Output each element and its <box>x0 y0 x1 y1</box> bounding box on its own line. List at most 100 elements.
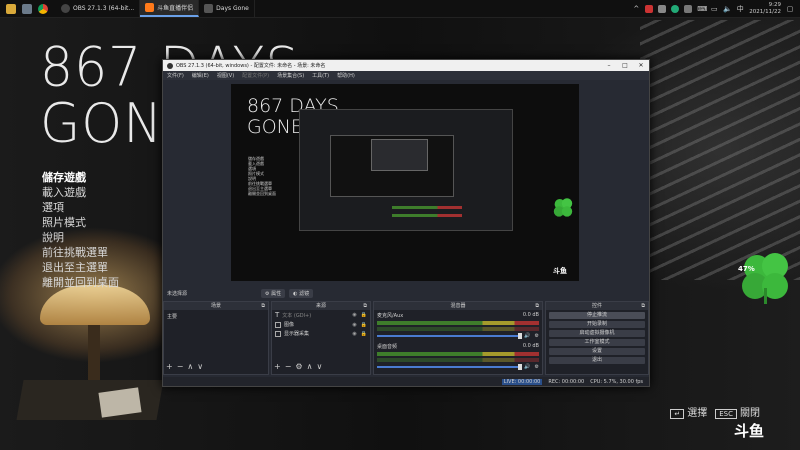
speaker-icon[interactable]: 🔊 <box>524 364 530 370</box>
menu-tools[interactable]: 工具(T) <box>312 72 329 79</box>
move-down-icon[interactable]: ∨ <box>316 362 322 371</box>
menu-scene-collection[interactable]: 场景集合(S) <box>277 72 304 79</box>
close-icon[interactable]: ✕ <box>633 62 649 69</box>
speaker-icon[interactable]: 🔊 <box>524 333 530 339</box>
image-icon <box>275 321 281 328</box>
slider-knob[interactable] <box>518 364 523 370</box>
source-item[interactable]: T 文本 (GDI+) ◉ 🔒 <box>272 310 370 320</box>
eye-icon[interactable]: ◉ <box>352 331 356 337</box>
menu-item-options[interactable]: 選項 <box>42 200 119 215</box>
move-down-icon[interactable]: ∨ <box>197 362 203 371</box>
button-hints: ↵ 選擇 ESC 關閉 <box>670 404 760 419</box>
keyboard-icon[interactable]: ⌨ <box>697 5 707 13</box>
source-item[interactable]: 图像 ◉ 🔒 <box>272 320 370 329</box>
taskbar-app-label: Days Gone <box>216 5 249 12</box>
menu-help[interactable]: 帮助(H) <box>337 72 355 79</box>
menu-item-photo-mode[interactable]: 照片模式 <box>42 215 119 230</box>
maximize-icon[interactable]: □ <box>617 62 633 69</box>
studio-mode-button[interactable]: 工作室模式 <box>549 339 645 346</box>
taskbar-app-douyu[interactable]: 斗鱼直播伴侣 <box>140 0 200 17</box>
obs-menubar: 文件(F) 编辑(E) 视图(V) 配置文件(P) 场景集合(S) 工具(T) … <box>163 71 649 80</box>
volume-meter <box>377 352 539 356</box>
dock-close-icon[interactable]: ⧉ <box>363 302 367 310</box>
dock-close-icon[interactable]: ⧉ <box>641 302 645 310</box>
gear-icon[interactable]: ⚙ <box>295 362 302 371</box>
menu-view[interactable]: 视图(V) <box>217 72 234 79</box>
volume-slider[interactable] <box>377 364 523 370</box>
tray-app-icon[interactable] <box>684 4 693 13</box>
sources-footer: + − ⚙ ∧ ∨ <box>274 362 322 371</box>
start-recording-button[interactable]: 开始录制 <box>549 321 645 328</box>
menu-item-main-menu[interactable]: 退出至主選單 <box>42 260 119 275</box>
hint-close[interactable]: ESC 關閉 <box>715 404 760 419</box>
lock-icon[interactable]: 🔒 <box>361 331 367 337</box>
scene-item[interactable]: 主要 <box>164 312 268 321</box>
source-item[interactable]: 显示器采集 ◉ 🔒 <box>272 329 370 338</box>
menu-item-quit-desktop[interactable]: 離開並回到桌面 <box>42 275 119 290</box>
system-tray: ^ ⌨ ▭ 🔈 中 9:29 2021/11/22 ▢ <box>632 0 794 17</box>
taskbar-app-label: 斗鱼直播伴侣 <box>157 5 194 12</box>
obs-titlebar[interactable]: OBS 27.1.3 (64-bit, windows) - 配置文件: 未命名… <box>163 60 649 71</box>
tray-app-icon[interactable] <box>658 4 667 13</box>
lock-icon[interactable]: 🔒 <box>361 312 367 318</box>
add-icon[interactable]: + <box>166 362 173 371</box>
gear-icon[interactable]: ⚙ <box>535 364 539 370</box>
menu-edit[interactable]: 编辑(E) <box>192 72 209 79</box>
filters-button[interactable]: ◐ 滤镜 <box>289 289 314 298</box>
clover-widget-icon <box>742 253 788 304</box>
volume-slider[interactable] <box>377 333 523 339</box>
exit-button[interactable]: 退出 <box>549 357 645 364</box>
chrome-icon[interactable] <box>38 3 48 14</box>
dock-close-icon[interactable]: ⧉ <box>261 302 265 310</box>
taskbar-app-label: OBS 27.1.3 (64-bit... <box>73 5 135 12</box>
properties-button[interactable]: ⚙ 属性 <box>261 289 286 298</box>
slider-knob[interactable] <box>518 333 523 339</box>
volume-icon[interactable]: 🔈 <box>723 5 732 13</box>
obs-source-toolbar: 未选择源 ⚙ 属性 ◐ 滤镜 <box>163 288 653 299</box>
stop-streaming-button[interactable]: 停止推流 <box>549 312 645 319</box>
menu-profile[interactable]: 配置文件(P) <box>242 72 269 79</box>
live-status: LIVE: 00:00:00 <box>501 378 543 385</box>
obs-window: OBS 27.1.3 (64-bit, windows) - 配置文件: 未命名… <box>162 59 650 387</box>
hint-select[interactable]: ↵ 選擇 <box>670 404 707 419</box>
douyu-logo: 斗鱼 <box>733 422 764 440</box>
gear-icon[interactable]: ⚙ <box>535 333 539 339</box>
chevron-up-icon[interactable]: ^ <box>632 5 640 13</box>
obs-title: OBS 27.1.3 (64-bit, windows) - 配置文件: 未命名… <box>176 63 326 69</box>
obs-app-icon <box>167 62 173 69</box>
desktop-icon[interactable] <box>22 3 32 14</box>
volume-meter <box>377 327 539 331</box>
nested-obs-preview-3 <box>371 139 428 171</box>
eye-icon[interactable]: ◉ <box>352 322 356 328</box>
virtual-camera-button[interactable]: 启动虚拟摄像机 <box>549 330 645 337</box>
settings-button[interactable]: 设置 <box>549 348 645 355</box>
taskbar-app-daysgone[interactable]: Days Gone <box>199 0 255 17</box>
obs-preview[interactable]: 867 DAYS GONE 儲存遊戲 載入遊戲 選項 照片模式 說明 前往挑戰選單 退出至主選… <box>231 84 579 281</box>
move-up-icon[interactable]: ∧ <box>187 362 193 371</box>
remove-icon[interactable]: − <box>285 362 292 371</box>
remove-icon[interactable]: − <box>177 362 184 371</box>
network-icon[interactable]: ▭ <box>710 5 718 13</box>
eye-icon[interactable]: ◉ <box>352 312 356 318</box>
minimize-icon[interactable]: – <box>601 62 617 69</box>
menu-item-help[interactable]: 說明 <box>42 230 119 245</box>
taskbar-app-obs[interactable]: OBS 27.1.3 (64-bit... <box>56 0 141 17</box>
menu-item-challenges[interactable]: 前往挑戰選單 <box>42 245 119 260</box>
folder-icon[interactable] <box>6 3 16 14</box>
move-up-icon[interactable]: ∧ <box>307 362 313 371</box>
tray-app-icon[interactable] <box>671 4 680 13</box>
lock-icon[interactable]: 🔒 <box>361 322 367 328</box>
add-icon[interactable]: + <box>274 362 281 371</box>
desk <box>16 380 164 420</box>
menu-item-load[interactable]: 載入遊戲 <box>42 185 119 200</box>
preview-game-menu: 儲存遊戲 載入遊戲 選項 照片模式 說明 前往挑戰選單 退出至主選單 離開並回到桌面 <box>248 156 276 196</box>
sources-dock: 来源 ⧉ T 文本 (GDI+) ◉ 🔒 图像 ◉ 🔒 显示器采集 ◉ 🔒 + − ⚙ ∧ ∨ <box>271 301 371 375</box>
notification-icon[interactable]: ▢ <box>786 5 794 13</box>
menu-item-save[interactable]: 儲存遊戲 <box>42 170 119 185</box>
scenes-header: 场景 ⧉ <box>164 302 268 310</box>
menu-file[interactable]: 文件(F) <box>167 72 184 79</box>
clock[interactable]: 9:29 2021/11/22 <box>749 2 781 16</box>
dock-close-icon[interactable]: ⧉ <box>535 302 539 310</box>
tray-app-icon[interactable] <box>645 4 654 13</box>
input-method-icon[interactable]: 中 <box>736 5 744 13</box>
